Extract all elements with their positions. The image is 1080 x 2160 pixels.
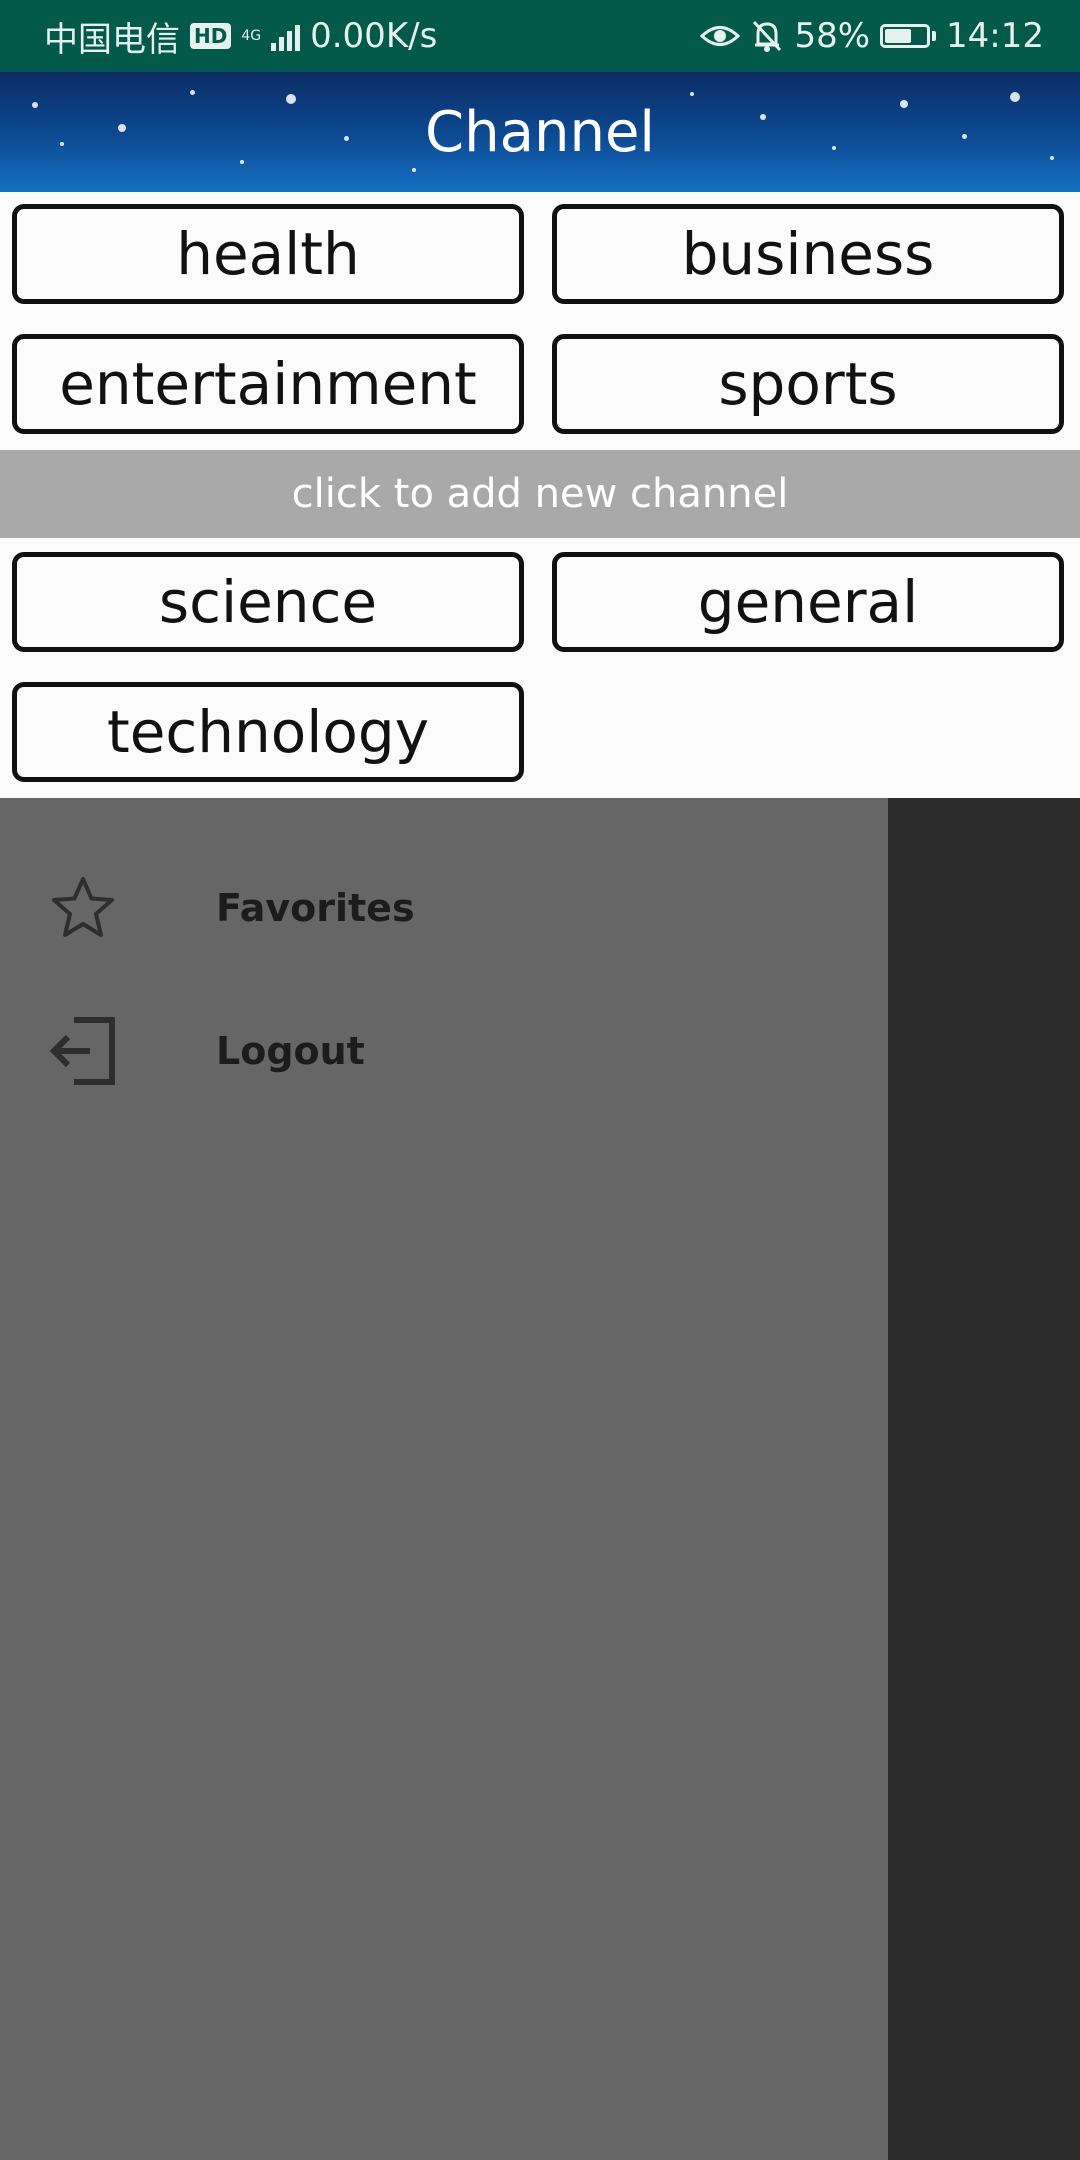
network-speed: 0.00K/s xyxy=(310,16,438,56)
status-left: 中国电信 HD 4G 0.00K/s xyxy=(44,12,437,61)
channel-chip-general[interactable]: general xyxy=(552,552,1064,652)
drawer-item-label: Favorites xyxy=(216,886,415,930)
channel-chip-entertainment[interactable]: entertainment xyxy=(12,334,524,434)
status-bar: 中国电信 HD 4G 0.00K/s 58% 14:12 xyxy=(0,0,1080,72)
channel-chip-business[interactable]: business xyxy=(552,204,1064,304)
signal-icon xyxy=(271,21,301,51)
channel-chip-health[interactable]: health xyxy=(12,204,524,304)
channel-header: Channel xyxy=(0,72,1080,192)
star-icon xyxy=(52,877,114,937)
hd-badge: HD xyxy=(190,23,232,49)
clock: 14:12 xyxy=(946,16,1044,56)
bell-off-icon xyxy=(753,20,782,52)
drawer-item-label: Logout xyxy=(216,1029,365,1073)
carrier-name: 中国电信 xyxy=(44,19,180,60)
battery-percent: 58% xyxy=(794,16,871,56)
eye-icon xyxy=(700,26,741,46)
battery-icon xyxy=(880,24,937,48)
channel-panel: Channel health business entertainment sp… xyxy=(0,72,1080,798)
channel-chip-sports[interactable]: sports xyxy=(552,334,1064,434)
channel-chip-science[interactable]: science xyxy=(12,552,524,652)
screen: 中国电信 HD 4G 0.00K/s 58% 14:12 Favorites L… xyxy=(0,0,1080,2160)
logout-icon xyxy=(49,1017,115,1085)
navigation-drawer: Favorites Logout xyxy=(0,792,888,2160)
page-title: Channel xyxy=(425,99,655,165)
network-type: 4G xyxy=(241,28,262,44)
add-channel-bar[interactable]: click to add new channel xyxy=(0,450,1080,538)
channel-chip-technology[interactable]: technology xyxy=(12,682,524,782)
drawer-item-logout[interactable]: Logout xyxy=(0,996,888,1106)
status-right: 58% 14:12 xyxy=(700,16,1044,56)
drawer-item-favorites[interactable]: Favorites xyxy=(0,853,888,963)
